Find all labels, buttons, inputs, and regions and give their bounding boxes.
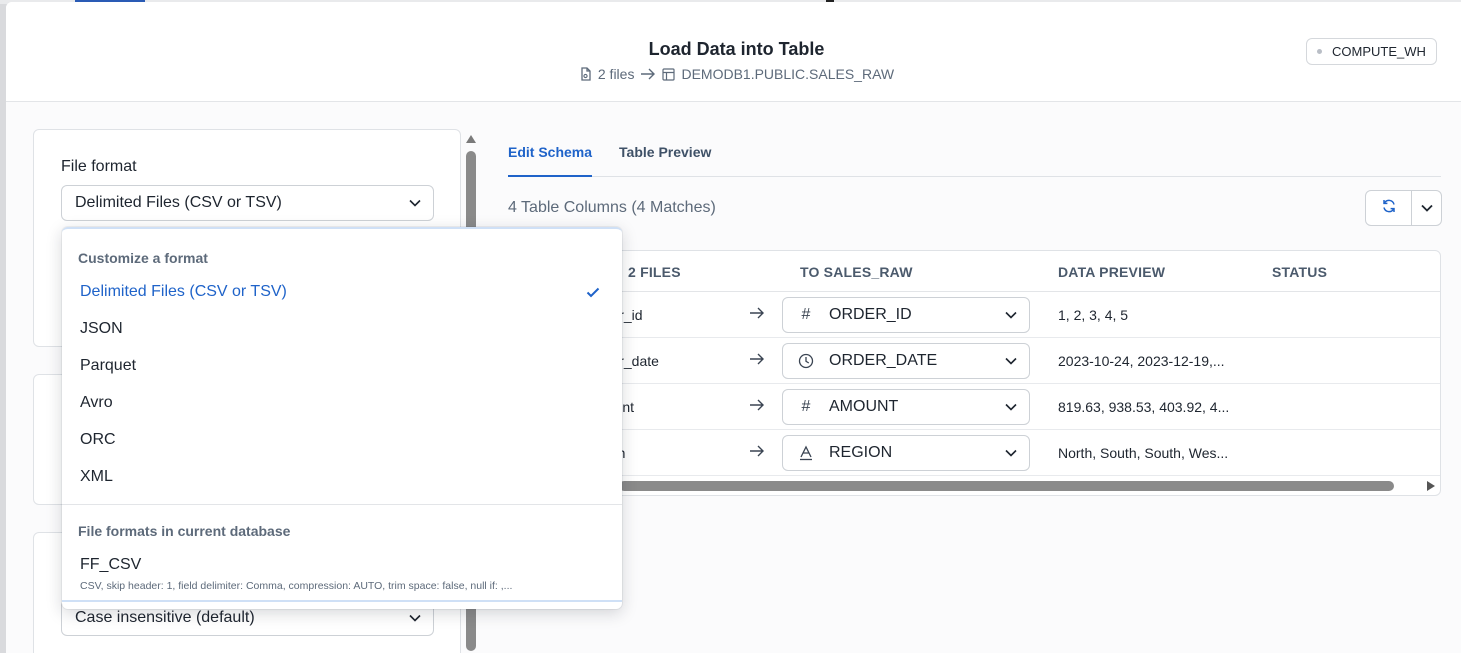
hash-icon: # xyxy=(801,306,811,323)
header-preview: DATA PREVIEW xyxy=(1058,264,1166,280)
warehouse-selector[interactable]: COMPUTE_WH xyxy=(1306,38,1437,65)
schema-actions xyxy=(1365,190,1442,226)
table-icon xyxy=(662,67,676,81)
option-ff-csv[interactable]: FF_CSV xyxy=(80,556,141,574)
target-column-select[interactable]: # ORDER_ID xyxy=(782,297,1030,333)
option-orc[interactable]: ORC xyxy=(62,421,622,458)
file-format-label: File format xyxy=(61,158,137,175)
dropdown-group-database: File formats in current database xyxy=(78,523,291,539)
table-row: nount # AMOUNT 819.63, 938.53, 403.92, 4… xyxy=(509,384,1440,430)
check-icon xyxy=(586,285,600,303)
page-title: Load Data into Table xyxy=(648,39,825,59)
refresh-button[interactable] xyxy=(1366,191,1412,225)
file-icon xyxy=(579,67,592,81)
chevron-down-icon xyxy=(1005,444,1017,462)
data-preview: North, South, South, Wes... xyxy=(1058,445,1229,461)
table-row: gion REGION North, South, South, Wes... xyxy=(509,430,1440,476)
target-column-select[interactable]: REGION xyxy=(782,435,1030,471)
schema-tabs: Edit Schema Table Preview xyxy=(508,142,1441,177)
scroll-right-icon[interactable] xyxy=(1427,481,1435,491)
table-header: 2 FILES TO SALES_RAW DATA PREVIEW STATUS xyxy=(509,251,1440,292)
target-column-name: REGION xyxy=(829,444,893,461)
case-sensitivity-value: Case insensitive (default) xyxy=(75,609,255,626)
chevron-down-icon xyxy=(1005,306,1017,324)
chevron-down-icon xyxy=(409,609,421,627)
file-format-dropdown: Customize a format Delimited Files (CSV … xyxy=(62,227,622,609)
option-xml[interactable]: XML xyxy=(62,458,622,495)
dropdown-divider xyxy=(62,504,622,505)
arrow-right-icon xyxy=(749,398,765,417)
ff-csv-description: CSV, skip header: 1, field delimiter: Co… xyxy=(80,580,513,592)
header-status: STATUS xyxy=(1272,264,1328,280)
target-table-name: DEMODB1.PUBLIC.SALES_RAW xyxy=(681,66,895,82)
target-column-select[interactable]: ORDER_DATE xyxy=(782,343,1030,379)
file-format-value: Delimited Files (CSV or TSV) xyxy=(75,194,282,211)
option-avro[interactable]: Avro xyxy=(62,384,622,421)
chevron-down-icon xyxy=(409,194,421,212)
hash-icon: # xyxy=(801,398,811,415)
columns-summary: 4 Table Columns (4 Matches) xyxy=(508,199,716,216)
dropdown-group-customize: Customize a format xyxy=(78,250,208,266)
chevron-down-icon xyxy=(1005,398,1017,416)
option-parquet[interactable]: Parquet xyxy=(62,347,622,384)
more-options-button[interactable] xyxy=(1412,191,1441,225)
files-count: 2 files xyxy=(597,66,635,82)
data-preview: 2023-10-24, 2023-12-19,... xyxy=(1058,353,1225,369)
target-column-name: ORDER_DATE xyxy=(829,352,938,369)
tab-edit-schema[interactable]: Edit Schema xyxy=(508,142,593,177)
scrollbar-thumb[interactable] xyxy=(619,481,1394,491)
refresh-icon xyxy=(1381,198,1397,219)
text-type-icon xyxy=(797,445,815,461)
chevron-down-icon xyxy=(1420,199,1433,217)
option-delimited-files[interactable]: Delimited Files (CSV or TSV) xyxy=(62,273,622,310)
table-row: rder_date ORDER_DATE 2023-10-24, 2023-12… xyxy=(509,338,1440,384)
target-column-select[interactable]: # AMOUNT xyxy=(782,389,1030,425)
tab-table-preview[interactable]: Table Preview xyxy=(619,142,711,177)
data-preview: 819.63, 938.53, 403.92, 4... xyxy=(1058,399,1230,415)
modal-header: Load Data into Table 2 files DEMODB1.PUB… xyxy=(6,2,1461,102)
header-target: TO SALES_RAW xyxy=(800,264,913,280)
target-column-name: ORDER_ID xyxy=(829,306,912,323)
option-label: Delimited Files (CSV or TSV) xyxy=(80,282,287,300)
chevron-down-icon xyxy=(1005,352,1017,370)
status-dot-icon xyxy=(1317,49,1322,54)
table-row: rder_id # ORDER_ID 1, 2, 3, 4, 5 xyxy=(509,292,1440,338)
arrow-right-icon xyxy=(749,352,765,371)
load-subtitle: 2 files DEMODB1.PUBLIC.SALES_RAW xyxy=(6,66,1461,82)
clock-icon xyxy=(797,353,815,369)
schema-table: 2 FILES TO SALES_RAW DATA PREVIEW STATUS… xyxy=(508,250,1441,496)
scroll-up-icon[interactable] xyxy=(466,135,476,143)
arrow-right-icon xyxy=(640,68,656,80)
table-horizontal-scrollbar[interactable] xyxy=(509,476,1440,495)
target-column-name: AMOUNT xyxy=(829,398,899,415)
header-source: 2 FILES xyxy=(628,264,681,280)
warehouse-name: COMPUTE_WH xyxy=(1332,44,1426,59)
dropdown-scroll-edge xyxy=(62,600,622,602)
option-json[interactable]: JSON xyxy=(62,310,622,347)
file-format-select[interactable]: Delimited Files (CSV or TSV) xyxy=(61,185,434,221)
data-preview: 1, 2, 3, 4, 5 xyxy=(1058,307,1129,323)
schema-panel: Edit Schema Table Preview 4 Table Column… xyxy=(508,102,1442,653)
arrow-right-icon xyxy=(749,444,765,463)
arrow-right-icon xyxy=(749,306,765,325)
